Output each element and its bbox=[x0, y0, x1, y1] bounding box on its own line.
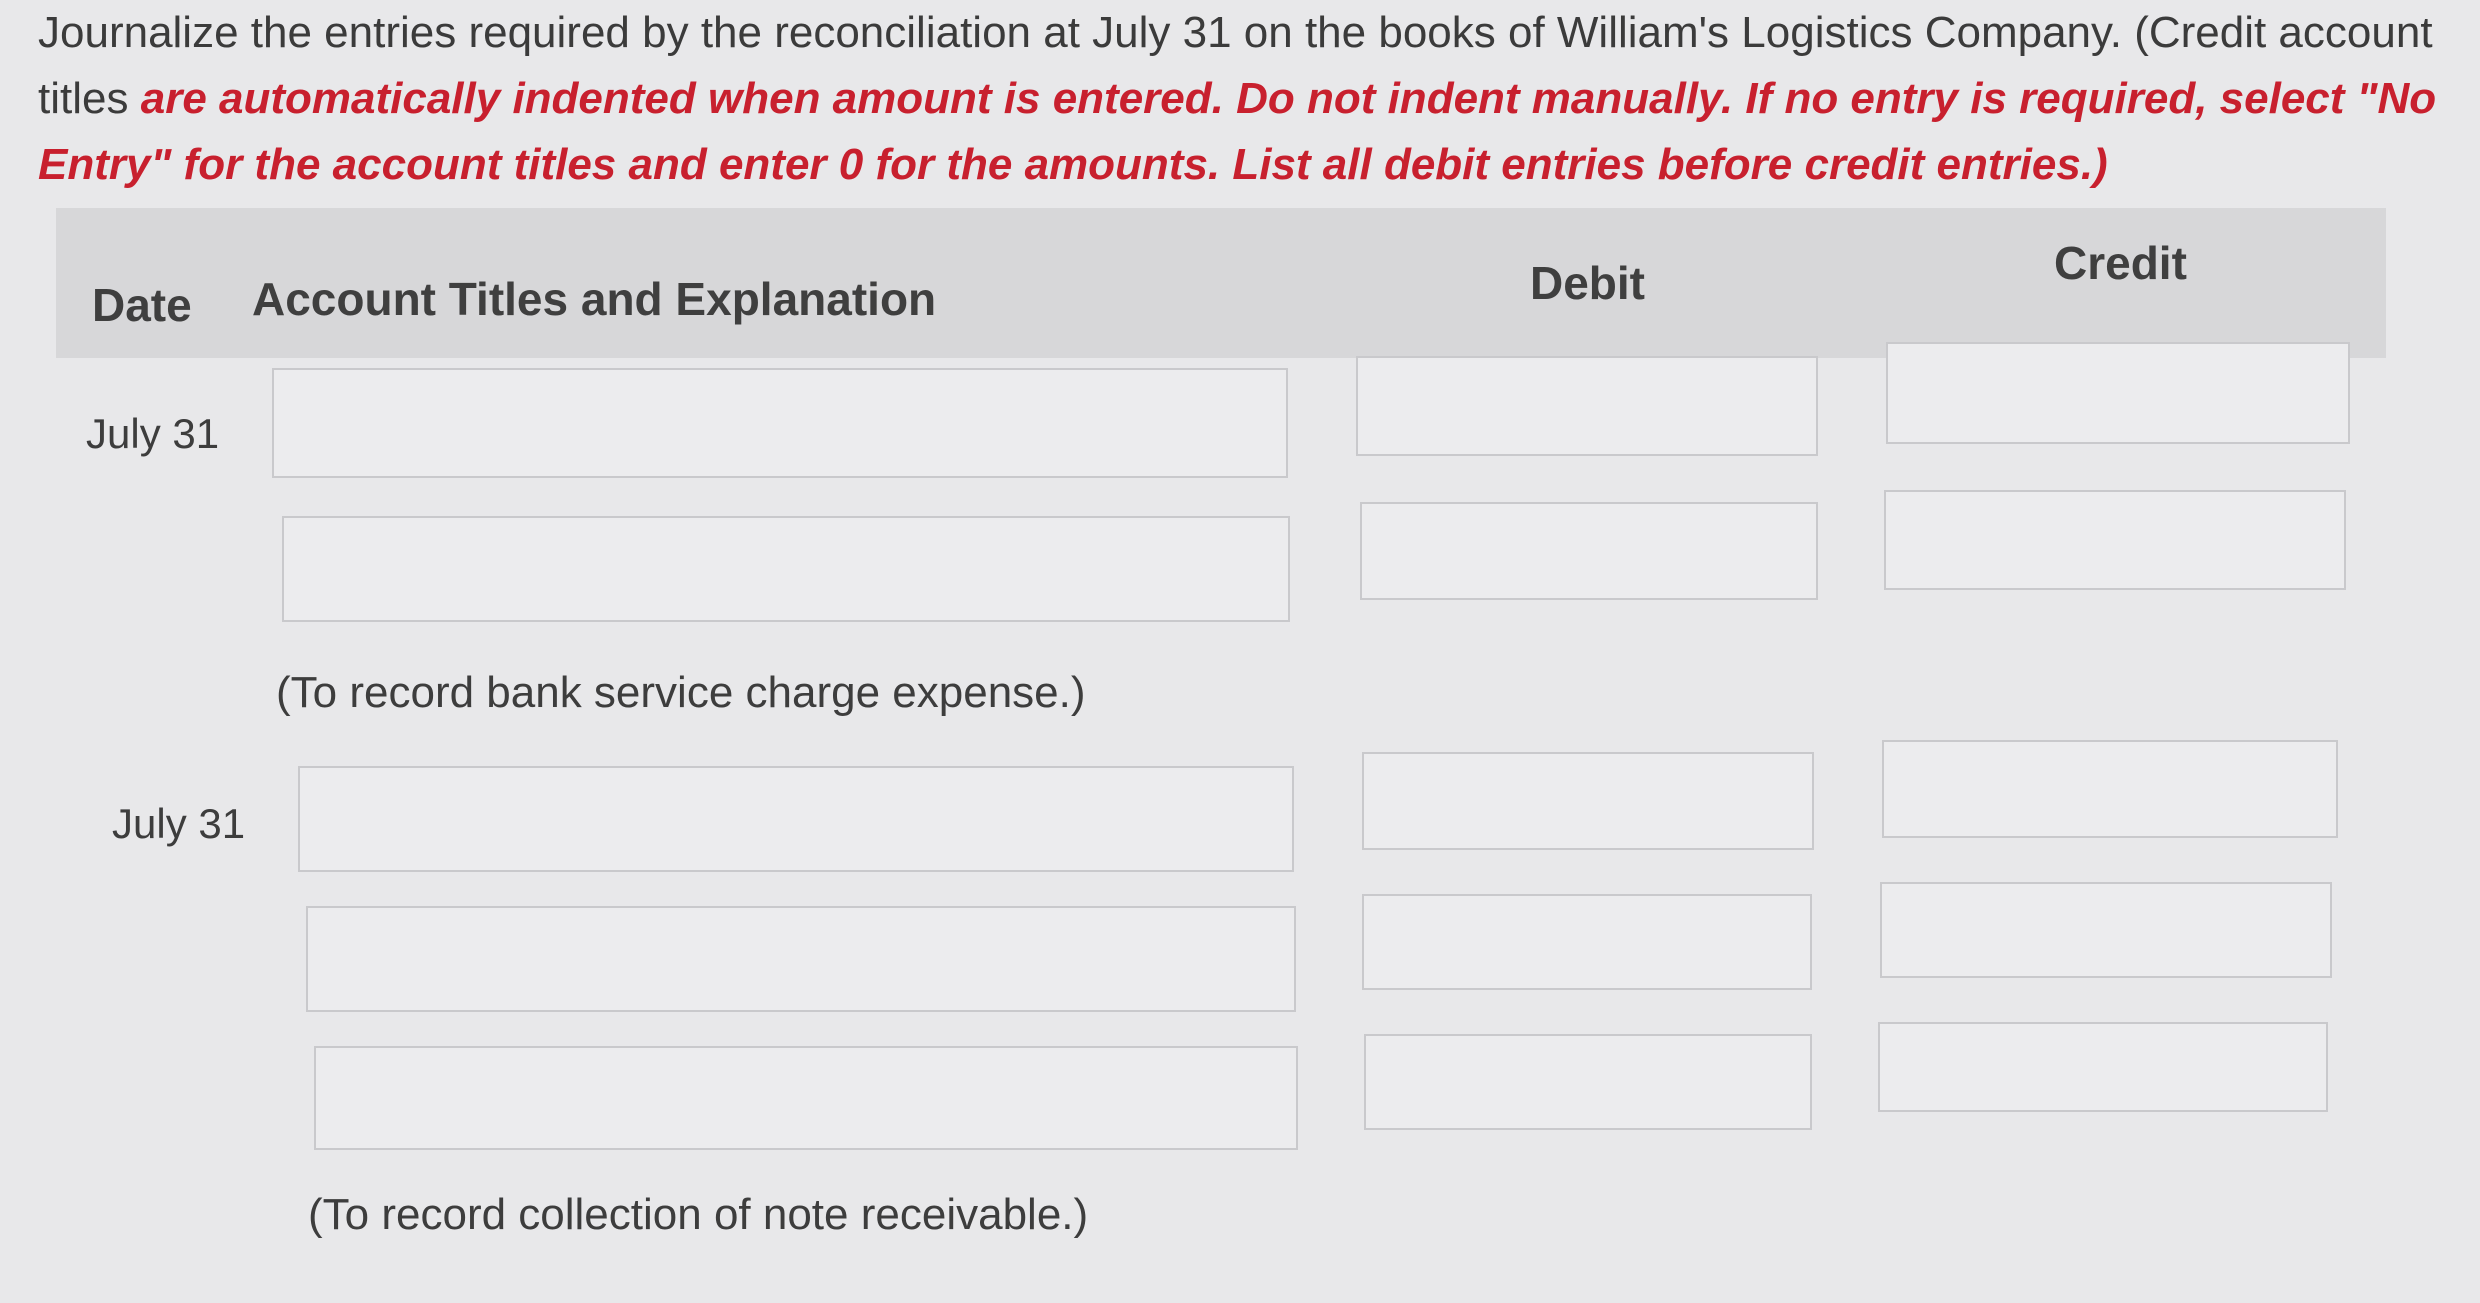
entry-1-row-2-debit-field[interactable] bbox=[1360, 502, 1818, 600]
entry-2-row-3-account-field[interactable] bbox=[314, 1046, 1298, 1150]
header-account-titles: Account Titles and Explanation bbox=[252, 273, 937, 325]
entry-2-explanation: (To record collection of note receivable… bbox=[308, 1190, 1089, 1239]
entry-2-row-2-debit-field[interactable] bbox=[1362, 894, 1812, 990]
entry-2-date: July 31 bbox=[112, 800, 246, 847]
table-header: Date Account Titles and Explanation Debi… bbox=[56, 208, 2386, 358]
entry-1-row-2-account-field[interactable] bbox=[282, 516, 1290, 622]
entry-2-row-3-debit-field[interactable] bbox=[1364, 1034, 1812, 1130]
entry-1-row-1-account-field[interactable] bbox=[272, 368, 1288, 478]
entry-1-date: July 31 bbox=[86, 410, 220, 457]
entry-2-row-3-credit-field[interactable] bbox=[1878, 1022, 2328, 1112]
entry-1-row-1-credit-field[interactable] bbox=[1886, 342, 2350, 444]
instructions-warning: are automatically indented when amount i… bbox=[38, 74, 2437, 189]
entry-1-row-1-debit-field[interactable] bbox=[1356, 356, 1818, 456]
entry-1-row-2-credit-field[interactable] bbox=[1884, 490, 2346, 590]
entry-2-row-1-account-field[interactable] bbox=[298, 766, 1294, 872]
header-date: Date bbox=[92, 279, 192, 331]
entry-2-row-2-account-field[interactable] bbox=[306, 906, 1296, 1012]
entry-2-row-2-credit-field[interactable] bbox=[1880, 882, 2332, 978]
instructions: Journalize the entries required by the r… bbox=[38, 0, 2438, 198]
entry-1-explanation: (To record bank service charge expense.) bbox=[276, 668, 1086, 717]
entry-2-row-1-credit-field[interactable] bbox=[1882, 740, 2338, 838]
entry-2-row-1-debit-field[interactable] bbox=[1362, 752, 1814, 850]
header-debit: Debit bbox=[1530, 257, 1645, 309]
header-credit: Credit bbox=[2054, 237, 2187, 289]
